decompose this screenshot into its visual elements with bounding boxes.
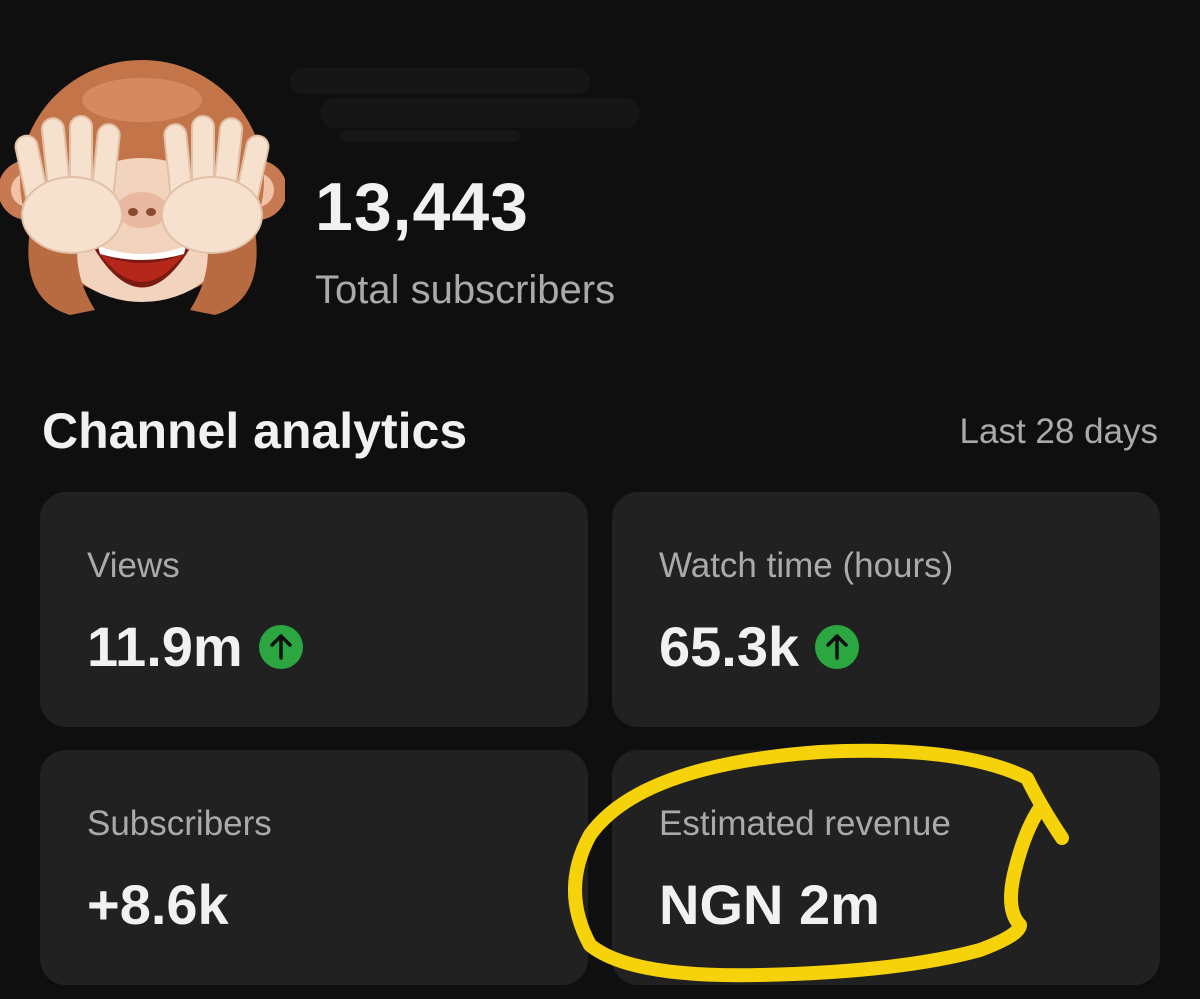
- card-value: NGN 2m: [659, 873, 880, 936]
- section-title: Channel analytics: [42, 403, 468, 459]
- total-subscriber-count: 13,443: [315, 169, 529, 245]
- arrow-up-circle-icon: [815, 624, 860, 669]
- subscribers-card[interactable]: Subscribers +8.6k: [40, 750, 588, 985]
- card-value: +8.6k: [87, 873, 229, 936]
- card-value: 65.3k: [659, 615, 800, 678]
- card-label: Watch time (hours): [659, 546, 954, 585]
- channel-name-redacted: [290, 68, 640, 142]
- card-label: Subscribers: [87, 804, 272, 843]
- card-value: 11.9m: [87, 615, 243, 678]
- estimated-revenue-card[interactable]: Estimated revenue NGN 2m: [612, 750, 1160, 985]
- arrow-up-circle-icon: [258, 624, 303, 669]
- views-card[interactable]: Views 11.9m: [40, 492, 588, 727]
- channel-dashboard: 13,443 Total subscribers Channel analyti…: [0, 0, 1200, 999]
- see-no-evil-monkey-icon: [0, 60, 287, 315]
- channel-avatar[interactable]: [0, 40, 287, 320]
- period-selector[interactable]: Last 28 days: [960, 412, 1158, 452]
- watch-time-card[interactable]: Watch time (hours) 65.3k: [612, 492, 1160, 727]
- card-label: Estimated revenue: [659, 804, 951, 843]
- total-subscriber-label: Total subscribers: [315, 268, 616, 312]
- card-label: Views: [87, 546, 180, 585]
